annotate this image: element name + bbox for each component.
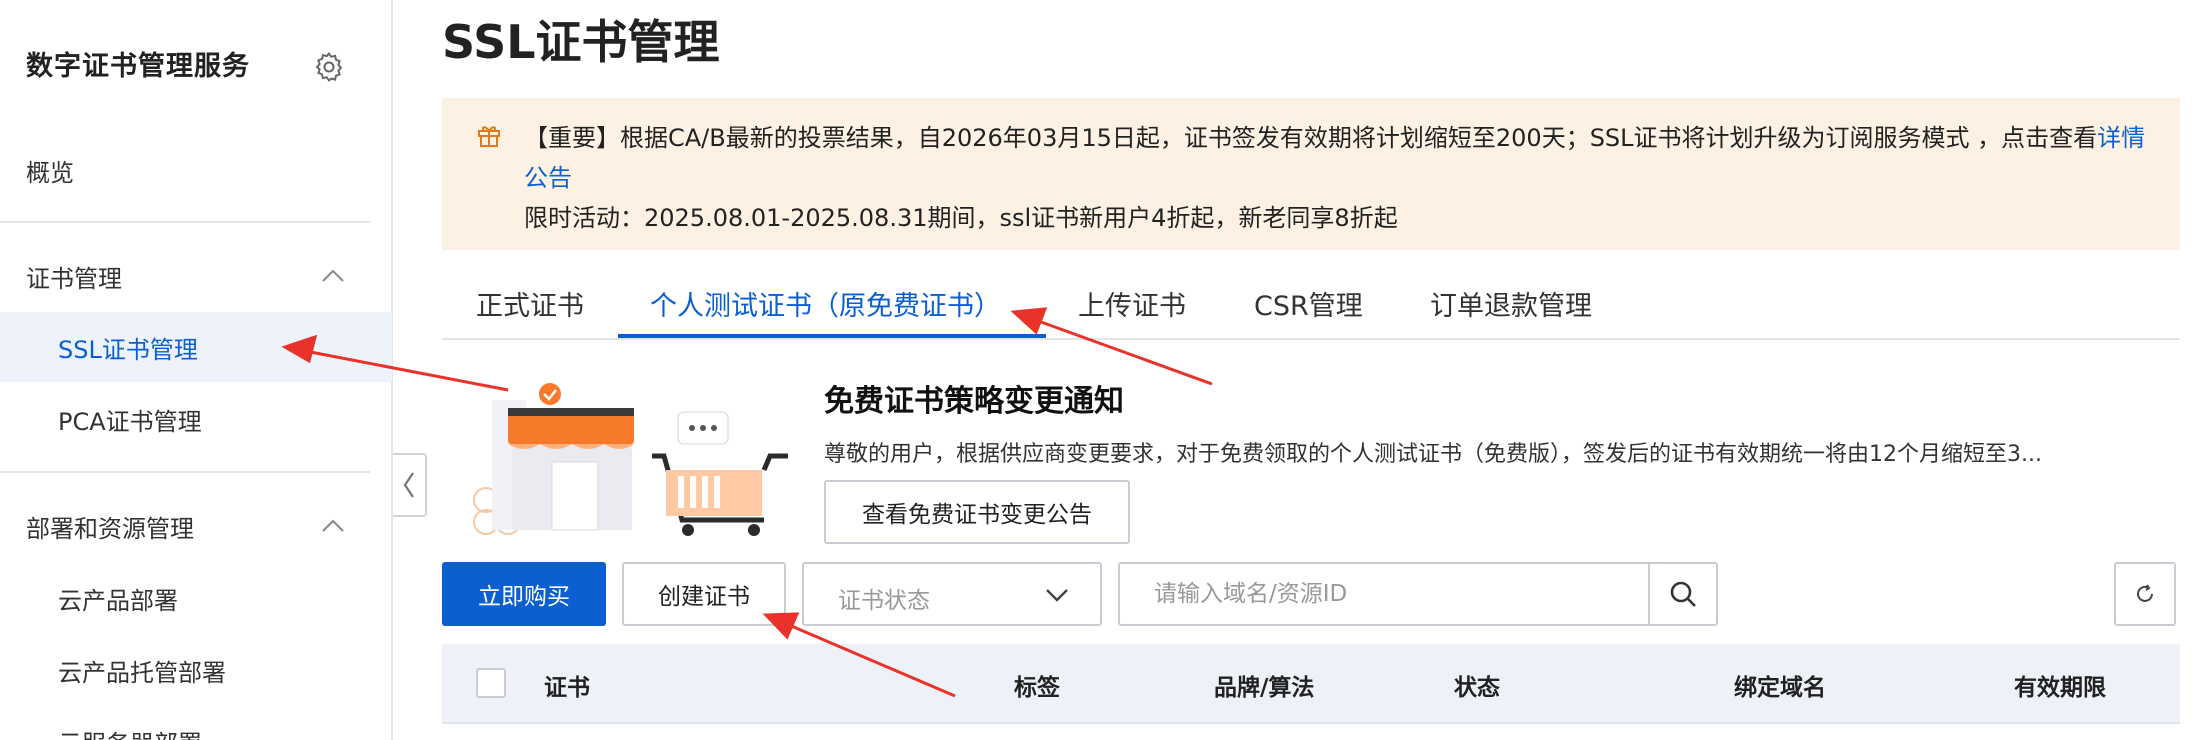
sidebar-item-label: PCA证书管理 — [58, 407, 202, 436]
sidebar-item-label: 云产品部署 — [58, 586, 178, 615]
sidebar-item-label: 云产品托管部署 — [58, 658, 226, 687]
sidebar-item-hosted-deploy[interactable]: 云产品托管部署 — [0, 635, 392, 705]
search-box — [1118, 562, 1718, 626]
sidebar-item-label: 证书管理 — [26, 264, 122, 293]
view-free-cert-notice-button[interactable]: 查看免费证书变更公告 — [824, 480, 1130, 544]
sidebar-divider — [0, 471, 370, 473]
notice-message: 【重要】根据CA/B最新的投票结果，自2026年03月15日起，证书签发有效期将… — [524, 124, 2098, 152]
create-cert-button[interactable]: 创建证书 — [622, 562, 786, 626]
chevron-up-icon — [322, 519, 344, 532]
column-header: 证书 — [544, 675, 590, 701]
sidebar-divider — [0, 221, 370, 223]
column-header: 状态 — [1454, 675, 1500, 701]
sidebar: 数字证书管理服务 概览 证书管理 SSL证书管理 PCA证书管理 部署和资源管理… — [0, 0, 393, 740]
active-tab-indicator — [618, 334, 1046, 338]
table-header: 证书 标签 品牌/算法 状态 绑定域名 有效期限 — [442, 644, 2180, 724]
chevron-down-icon — [1046, 589, 1068, 602]
chevron-left-icon — [403, 472, 414, 498]
promo-title: 免费证书策略变更通知 — [824, 384, 1124, 419]
column-header: 标签 — [1014, 675, 1060, 701]
gear-icon[interactable] — [312, 50, 346, 84]
sidebar-item-overview[interactable]: 概览 — [0, 135, 392, 205]
sidebar-item-label: 云服务器部署 — [58, 724, 202, 740]
buy-now-button[interactable]: 立即购买 — [442, 562, 606, 626]
column-header: 有效期限 — [2014, 675, 2106, 701]
sidebar-item-label: 概览 — [26, 158, 74, 187]
sidebar-item-label: 部署和资源管理 — [26, 514, 194, 543]
sidebar-item-ssl-cert[interactable]: SSL证书管理 — [0, 312, 392, 382]
notice-text: 【重要】根据CA/B最新的投票结果，自2026年03月15日起，证书签发有效期将… — [524, 118, 2154, 198]
refresh-button[interactable] — [2114, 562, 2176, 626]
tab-personal-test-cert[interactable]: 个人测试证书（原免费证书） — [650, 284, 1001, 323]
sidebar-item-label: SSL证书管理 — [58, 335, 198, 364]
search-button[interactable] — [1648, 564, 1716, 624]
page-title: SSL证书管理 — [442, 15, 720, 69]
notice-activity: 限时活动：2025.08.01-2025.08.31期间，ssl证书新用户4折起… — [524, 204, 1398, 232]
search-icon — [1670, 581, 1696, 607]
sidebar-collapse-handle[interactable] — [393, 453, 427, 517]
sidebar-item-server-deploy[interactable]: 云服务器部署 — [0, 706, 392, 740]
chevron-up-icon — [322, 269, 344, 282]
sidebar-item-cloud-deploy[interactable]: 云产品部署 — [0, 563, 392, 633]
tab-csr-management[interactable]: CSR管理 — [1254, 284, 1363, 323]
select-all-checkbox[interactable] — [476, 668, 506, 698]
sidebar-item-pca-cert[interactable]: PCA证书管理 — [0, 384, 392, 454]
sidebar-group-cert-management[interactable]: 证书管理 — [0, 241, 392, 311]
notice-banner: 【重要】根据CA/B最新的投票结果，自2026年03月15日起，证书签发有效期将… — [442, 98, 2180, 250]
tab-upload-cert[interactable]: 上传证书 — [1078, 284, 1186, 323]
promo-illustration — [473, 383, 788, 536]
gift-icon — [478, 126, 500, 147]
cert-status-placeholder: 证书状态 — [838, 588, 930, 614]
column-header: 绑定域名 — [1734, 675, 1826, 701]
search-input[interactable] — [1120, 564, 1650, 624]
cert-tabs: 正式证书 个人测试证书（原免费证书） 上传证书 CSR管理 订单退款管理 — [442, 270, 2180, 340]
cert-status-select[interactable]: 证书状态 — [802, 562, 1102, 626]
refresh-icon — [2137, 584, 2153, 602]
column-header: 品牌/算法 — [1214, 675, 1315, 701]
sidebar-title: 数字证书管理服务 — [26, 51, 250, 82]
tab-refund-management[interactable]: 订单退款管理 — [1430, 284, 1592, 323]
promo-description: 尊敬的用户，根据供应商变更要求，对于免费领取的个人测试证书（免费版），签发后的证… — [824, 442, 2042, 467]
tab-formal-cert[interactable]: 正式证书 — [476, 284, 584, 323]
sidebar-group-deploy-resources[interactable]: 部署和资源管理 — [0, 491, 392, 561]
